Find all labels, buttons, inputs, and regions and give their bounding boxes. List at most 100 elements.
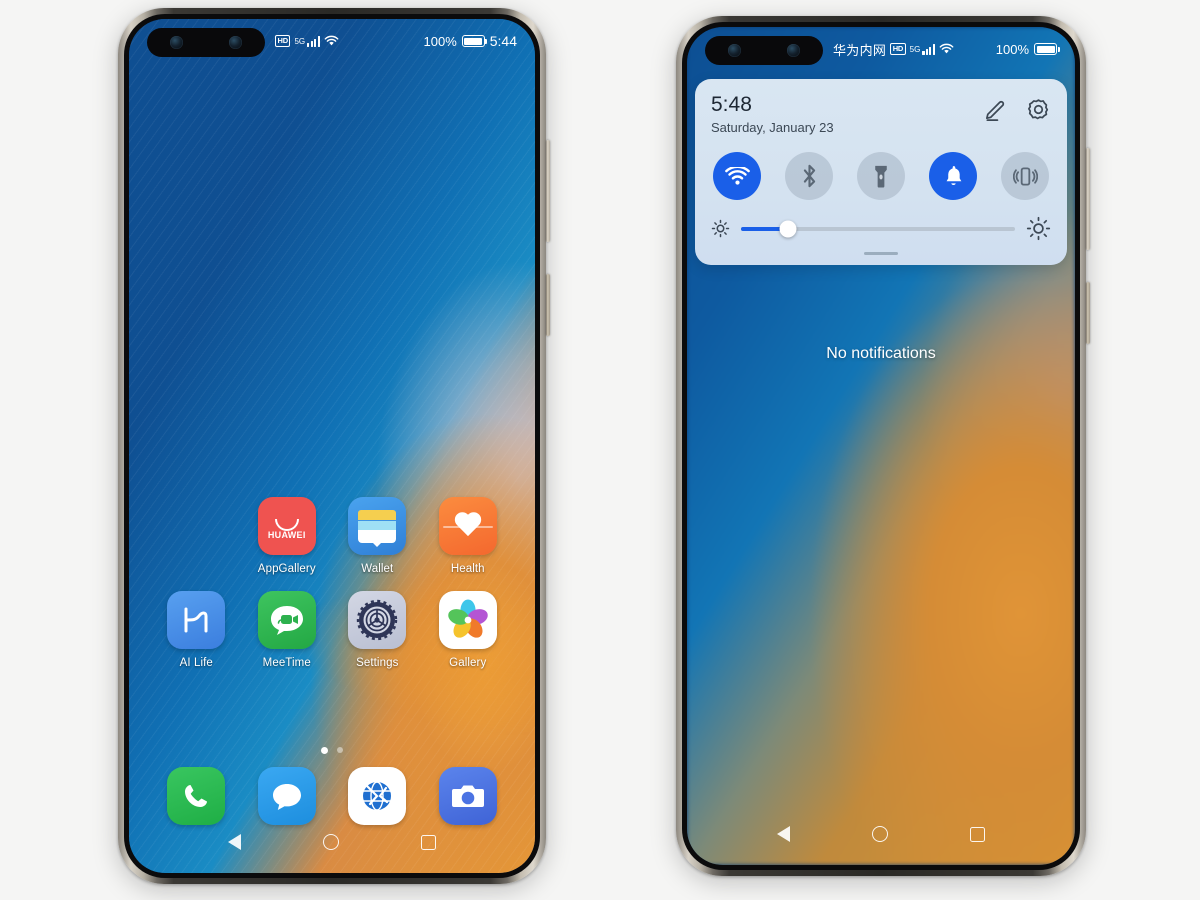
toggle-flashlight[interactable] <box>857 152 905 201</box>
app-icon-wallet[interactable]: Wallet <box>332 497 423 575</box>
app-label-settings: Settings <box>356 657 399 669</box>
brightness-slider[interactable] <box>741 220 1015 238</box>
home-circle-icon[interactable] <box>872 826 888 842</box>
status-bar-right: 华为内网 HD 5G 100% <box>687 27 1075 71</box>
depth-camera-lens-icon <box>787 44 800 57</box>
recents-square-icon[interactable] <box>970 826 985 842</box>
back-triangle-icon[interactable] <box>228 834 241 850</box>
status-bar-right-cluster: 100% <box>996 42 1060 57</box>
quick-settings-time: 5:48 <box>711 93 752 116</box>
app-icon-ailife[interactable]: AI Life <box>151 591 242 669</box>
brightness-high-icon <box>1026 216 1051 241</box>
toggle-bluetooth[interactable] <box>785 152 833 201</box>
status-bar-right-cluster: 100% 5:44 <box>424 33 518 49</box>
appgallery-brand-text: HUAWEI <box>267 530 306 540</box>
depth-camera-lens-icon <box>229 36 242 49</box>
status-bar-left: HD 5G 100% 5:44 <box>129 19 535 63</box>
vibrate-icon <box>1012 167 1038 186</box>
carrier-name-label: 华为内网 <box>833 42 887 58</box>
status-bar-clock: 5:44 <box>489 33 517 49</box>
toggle-vibrate[interactable] <box>1001 152 1049 201</box>
phone-device-left: HD 5G 100% 5:44 HUAWEI AppGallery Wallet… <box>118 8 550 884</box>
app-icon-meetime[interactable]: MeeTime <box>242 591 333 669</box>
quick-settings-date: Saturday, January 23 <box>711 120 834 136</box>
health-icon[interactable] <box>438 497 497 555</box>
quick-settings-datetime: 5:48 Saturday, January 23 <box>711 93 834 135</box>
network-generation-label: 5G <box>909 44 921 54</box>
gear-icon[interactable] <box>1026 97 1051 122</box>
punch-hole-camera-cutout-right <box>705 36 823 65</box>
signal-bars-icon <box>307 36 320 47</box>
page-dot-inactive[interactable] <box>337 747 343 753</box>
appgallery-icon[interactable]: HUAWEI <box>257 497 316 555</box>
home-circle-icon[interactable] <box>323 834 339 850</box>
status-bar-left-cluster: 华为内网 HD 5G <box>833 40 996 59</box>
battery-percentage-label: 100% <box>423 33 457 49</box>
navigation-bar-right <box>687 813 1075 855</box>
quick-settings-actions <box>983 93 1051 122</box>
home-dock <box>129 767 535 825</box>
power-button-right-phone[interactable] <box>1086 282 1090 344</box>
quick-settings-header: 5:48 Saturday, January 23 <box>711 93 1051 135</box>
app-icon-appgallery[interactable]: HUAWEI AppGallery <box>242 497 333 575</box>
browser-icon[interactable] <box>348 767 407 825</box>
settings-icon[interactable] <box>348 591 407 649</box>
screen-left: HD 5G 100% 5:44 HUAWEI AppGallery Wallet… <box>129 19 535 873</box>
meetime-icon[interactable] <box>257 591 316 649</box>
back-triangle-icon[interactable] <box>777 826 790 842</box>
hd-badge-icon: HD <box>890 42 906 56</box>
bluetooth-icon <box>803 164 815 188</box>
app-icon-gallery[interactable]: Gallery <box>423 591 514 669</box>
toggle-wifi[interactable] <box>713 152 761 201</box>
toggle-sound[interactable] <box>929 152 977 201</box>
quick-settings-toggles <box>711 152 1051 201</box>
volume-button-left-phone[interactable] <box>546 140 550 242</box>
gallery-icon[interactable] <box>438 591 497 649</box>
app-label-ailife: AI Life <box>179 657 213 669</box>
gallery-flower-glyph <box>447 599 488 638</box>
camera-body-glyph <box>451 785 484 807</box>
battery-icon <box>461 35 488 47</box>
app-label-wallet: Wallet <box>361 563 394 575</box>
brightness-low-icon <box>711 219 730 238</box>
volume-button-right-phone[interactable] <box>1086 148 1090 250</box>
browser-globe-glyph <box>363 781 392 811</box>
app-icon-settings[interactable]: Settings <box>332 591 423 669</box>
screenshot-stage: HD 5G 100% 5:44 HUAWEI AppGallery Wallet… <box>0 0 1200 900</box>
quick-settings-panel: 5:48 Saturday, January 23 <box>695 79 1067 265</box>
brightness-slider-row <box>711 216 1051 241</box>
bell-icon <box>946 166 961 186</box>
phone-device-right: 华为内网 HD 5G 100% 5:48 Saturday, January 2… <box>676 16 1090 876</box>
screen-right: 华为内网 HD 5G 100% 5:48 Saturday, January 2… <box>687 27 1075 865</box>
phone-icon[interactable] <box>167 767 226 825</box>
home-page-indicator <box>129 747 535 754</box>
wallet-icon[interactable] <box>348 497 407 555</box>
flashlight-icon <box>875 165 887 188</box>
app-label-meetime: MeeTime <box>262 657 311 669</box>
messages-icon[interactable] <box>257 767 316 825</box>
recents-square-icon[interactable] <box>421 834 436 850</box>
app-label-appgallery: AppGallery <box>257 563 316 575</box>
settings-gear-glyph <box>357 599 398 641</box>
pencil-edit-icon[interactable] <box>983 97 1008 122</box>
page-dot-active[interactable] <box>321 747 328 754</box>
app-label-gallery: Gallery <box>449 657 487 669</box>
no-notifications-label: No notifications <box>826 345 936 362</box>
punch-hole-camera-cutout-left <box>147 28 265 57</box>
network-generation-label: 5G <box>294 36 306 46</box>
home-app-grid: HUAWEI AppGallery Wallet Health AI Life … <box>129 497 535 669</box>
health-heart-shape <box>453 513 483 540</box>
camera-icon[interactable] <box>438 767 497 825</box>
hd-badge-icon: HD <box>275 34 291 48</box>
brightness-slider-knob[interactable] <box>779 220 797 238</box>
ailife-icon[interactable] <box>167 591 226 649</box>
panel-drag-handle[interactable] <box>864 252 898 255</box>
battery-icon <box>1034 43 1060 55</box>
messages-bubble-glyph <box>272 784 301 810</box>
navigation-bar-left <box>129 821 535 863</box>
app-icon-health[interactable]: Health <box>423 497 514 575</box>
wifi-status-icon <box>324 35 339 46</box>
power-button-left-phone[interactable] <box>546 274 550 336</box>
ailife-glyph <box>184 607 208 633</box>
meetime-glyph <box>270 606 303 635</box>
